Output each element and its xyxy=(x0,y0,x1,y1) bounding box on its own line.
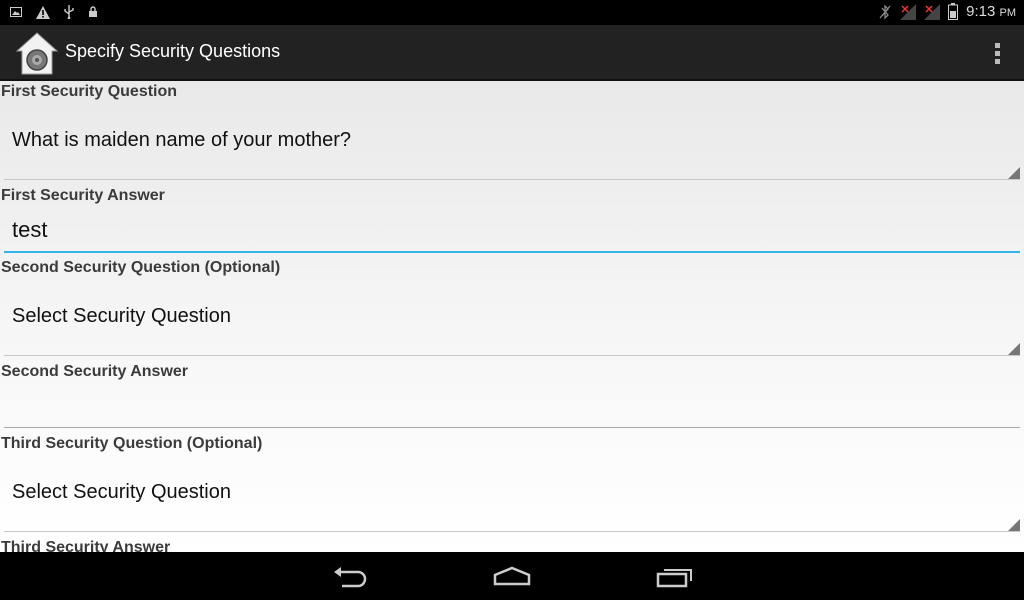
first-answer-label: First Security Answer xyxy=(1,187,165,204)
first-question-label: First Security Question xyxy=(1,83,178,100)
signal-icon xyxy=(900,3,917,20)
recent-apps-icon[interactable] xyxy=(655,562,695,594)
safe-home-icon[interactable] xyxy=(14,30,60,76)
first-answer-text: test xyxy=(12,217,48,242)
back-icon[interactable] xyxy=(330,562,370,594)
usb-icon xyxy=(64,5,74,19)
notification-icons xyxy=(10,5,98,19)
lock-icon xyxy=(88,6,98,18)
dropdown-triangle-icon xyxy=(1008,519,1020,531)
status-bar: 9:13 PM xyxy=(0,0,1024,25)
navigation-bar xyxy=(0,552,1024,600)
battery-icon xyxy=(948,3,959,20)
action-bar: Specify Security Questions xyxy=(0,25,1024,81)
third-question-label: Third Security Question (Optional) xyxy=(1,435,263,452)
first-question-spinner[interactable]: What is maiden name of your mother? xyxy=(4,107,1020,180)
image-icon xyxy=(10,6,22,18)
second-question-value: Select Security Question xyxy=(12,305,231,327)
page-title: Specify Security Questions xyxy=(65,41,281,61)
third-answer-label: Third Security Answer xyxy=(1,539,171,552)
second-answer-label: Second Security Answer xyxy=(1,363,189,380)
first-answer-field[interactable]: test xyxy=(4,207,1020,253)
warning-icon xyxy=(36,5,50,19)
dropdown-triangle-icon xyxy=(1008,343,1020,355)
home-icon[interactable] xyxy=(492,562,532,594)
signal-icon xyxy=(924,3,941,20)
security-questions-form: First Security Question What is maiden n… xyxy=(0,81,1024,552)
second-question-spinner[interactable]: Select Security Question xyxy=(4,283,1020,356)
second-question-label: Second Security Question (Optional) xyxy=(1,259,281,276)
first-question-value: What is maiden name of your mother? xyxy=(12,129,352,151)
overflow-menu-icon[interactable] xyxy=(992,41,1002,67)
third-question-spinner[interactable]: Select Security Question xyxy=(4,459,1020,532)
system-icons: 9:13 PM xyxy=(878,3,1016,20)
dropdown-triangle-icon xyxy=(1008,167,1020,179)
second-answer-field[interactable] xyxy=(4,383,1020,428)
clock: 9:13 PM xyxy=(966,3,1016,20)
bluetooth-muted-icon xyxy=(878,3,892,20)
third-question-value: Select Security Question xyxy=(12,481,231,503)
